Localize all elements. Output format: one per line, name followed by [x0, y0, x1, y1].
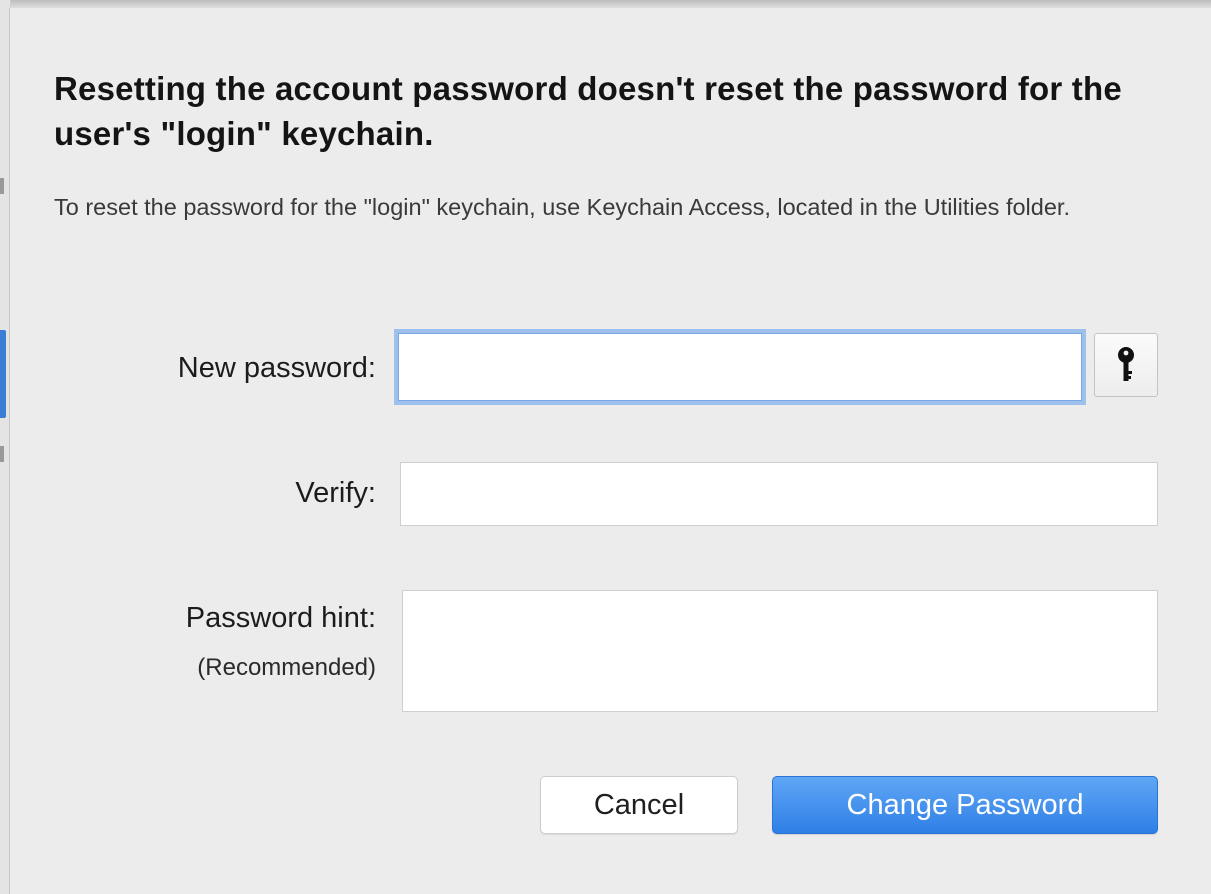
background-tick [0, 446, 4, 462]
new-password-field[interactable] [398, 333, 1082, 401]
background-selection-indicator [0, 330, 6, 418]
verify-password-field[interactable] [400, 462, 1158, 526]
background-tick [0, 178, 4, 194]
password-hint-field[interactable] [402, 590, 1158, 712]
key-icon [1118, 347, 1134, 381]
change-password-button[interactable]: Change Password [772, 776, 1158, 834]
cancel-button[interactable]: Cancel [540, 776, 738, 834]
password-assistant-button[interactable] [1094, 333, 1158, 397]
dialog-heading: Resetting the account password doesn't r… [54, 70, 1122, 152]
window-top-edge [0, 0, 1211, 8]
password-hint-recommended-label: (Recommended) [197, 654, 376, 681]
dialog-message: To reset the password for the "login" ke… [54, 194, 1070, 220]
verify-label: Verify: [295, 477, 376, 509]
password-hint-label: Password hint: [185, 602, 376, 634]
new-password-label: New password: [177, 352, 376, 384]
